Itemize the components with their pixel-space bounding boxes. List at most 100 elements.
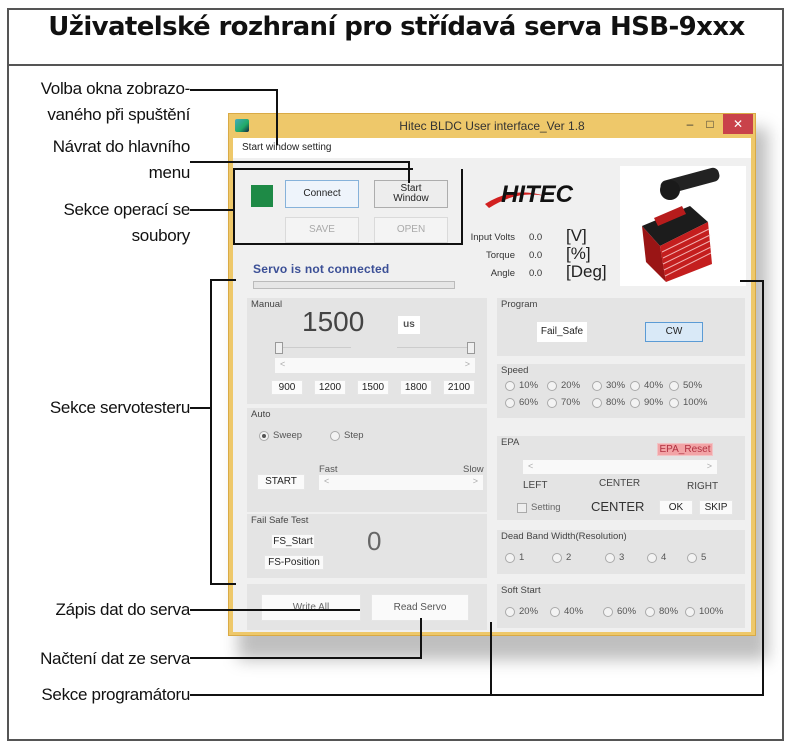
radio-dot[interactable] <box>592 380 602 391</box>
radio-option[interactable]: 60% <box>505 397 538 408</box>
radio-option[interactable]: 40% <box>630 380 663 391</box>
radio-option[interactable]: 5 <box>687 552 706 563</box>
radio-dot[interactable] <box>505 397 515 408</box>
direction-cw-button[interactable]: CW <box>645 322 703 342</box>
radio-dot[interactable] <box>547 397 557 408</box>
epa-center-label: CENTER <box>599 478 641 489</box>
radio-dot[interactable] <box>669 397 679 408</box>
radio-option[interactable]: 20% <box>547 380 580 391</box>
epa-ok-button[interactable]: OK <box>659 500 693 515</box>
radio-sweep[interactable]: Sweep <box>259 430 302 441</box>
radio-option[interactable]: 30% <box>592 380 625 391</box>
radio-dot[interactable] <box>687 552 697 563</box>
auto-scroll-right-icon[interactable]: > <box>473 476 478 486</box>
preset-button[interactable]: 900 <box>271 380 303 395</box>
radio-dot[interactable] <box>630 380 640 391</box>
radio-dot[interactable] <box>647 552 657 563</box>
read-servo-button[interactable]: Read Servo <box>371 594 469 621</box>
epa-label: EPA <box>501 437 520 448</box>
readout-value: 0.0 <box>529 250 543 261</box>
failsafe-label: Fail Safe Test <box>251 515 309 526</box>
auto-scroll-left-icon[interactable]: < <box>324 476 329 486</box>
close-button[interactable]: ✕ <box>723 114 753 134</box>
radio-label: 1 <box>519 552 525 563</box>
minimize-button[interactable]: – <box>681 114 699 134</box>
radio-dot[interactable] <box>645 606 655 617</box>
start-window-button[interactable]: Start Window <box>374 180 448 208</box>
radio-option[interactable]: 80% <box>645 606 678 617</box>
radio-dot[interactable] <box>605 552 615 563</box>
radio-dot[interactable] <box>547 380 557 391</box>
menu-start-window-setting[interactable]: Start window setting <box>242 142 332 153</box>
radio-option[interactable]: 60% <box>603 606 636 617</box>
radio-option[interactable]: 4 <box>647 552 666 563</box>
radio-dot[interactable] <box>505 606 515 617</box>
radio-dot[interactable] <box>592 397 602 408</box>
annotation-file-ops-line-1: Sekce operací se <box>63 200 190 219</box>
radio-option[interactable]: 90% <box>630 397 663 408</box>
radio-step[interactable]: Step <box>330 430 364 441</box>
auto-speed-scrollbar[interactable]: < > <box>319 475 483 490</box>
connect-button[interactable]: Connect <box>285 180 359 208</box>
radio-option[interactable]: 2 <box>552 552 571 563</box>
radio-dot[interactable] <box>505 380 515 391</box>
manual-scrollbar[interactable]: < > <box>275 358 475 373</box>
fail-safe-button[interactable]: Fail_Safe <box>537 322 587 342</box>
servo-image <box>620 166 746 286</box>
save-button[interactable]: SAVE <box>285 217 359 243</box>
open-button[interactable]: OPEN <box>374 217 448 243</box>
radio-dot[interactable] <box>603 606 613 617</box>
annotation-start-window-line-1: Volba okna zobrazo- <box>40 79 191 98</box>
radio-dot[interactable] <box>630 397 640 408</box>
preset-button[interactable]: 2100 <box>443 380 475 395</box>
leader-programmer-v-right <box>762 280 764 696</box>
radio-dot[interactable] <box>685 606 695 617</box>
fs-start-button[interactable]: FS_Start <box>271 534 315 549</box>
radio-option[interactable]: 100% <box>669 397 707 408</box>
preset-button[interactable]: 1200 <box>314 380 346 395</box>
max-slider-thumb[interactable] <box>467 342 475 354</box>
radio-sweep-dot[interactable] <box>259 430 269 441</box>
radio-option[interactable]: 10% <box>505 380 538 391</box>
max-slider[interactable] <box>397 342 479 354</box>
hitec-logo-graphic: HITEC <box>485 181 574 208</box>
radio-option[interactable]: 70% <box>547 397 580 408</box>
radio-option[interactable]: 80% <box>592 397 625 408</box>
scroll-right-icon[interactable]: > <box>465 359 470 369</box>
epa-scroll-left-icon[interactable]: < <box>528 461 533 471</box>
program-group: Program Fail_Safe CW <box>497 298 745 356</box>
radio-dot[interactable] <box>550 606 560 617</box>
radio-option[interactable]: 1 <box>505 552 524 563</box>
radio-option[interactable]: 100% <box>685 606 723 617</box>
epa-skip-button[interactable]: SKIP <box>699 500 733 515</box>
radio-label: 40% <box>644 380 664 391</box>
epa-scrollbar[interactable]: < > <box>523 460 717 474</box>
manual-value: 1500 <box>302 306 365 337</box>
radio-option[interactable]: 50% <box>669 380 702 391</box>
write-all-button[interactable]: Write All <box>261 594 361 621</box>
setting-checkbox-box[interactable] <box>517 502 527 513</box>
radio-step-dot[interactable] <box>330 430 340 441</box>
min-slider-thumb[interactable] <box>275 342 283 354</box>
leader-start-window-h <box>190 89 278 91</box>
radio-dot[interactable] <box>552 552 562 563</box>
program-label: Program <box>501 299 538 310</box>
radio-dot[interactable] <box>669 380 679 391</box>
preset-button[interactable]: 1500 <box>357 380 389 395</box>
speed-label: Speed <box>501 365 529 376</box>
radio-option[interactable]: 20% <box>505 606 538 617</box>
start-button[interactable]: START <box>257 474 305 490</box>
radio-option[interactable]: 40% <box>550 606 583 617</box>
radio-option[interactable]: 3 <box>605 552 624 563</box>
epa-reset-button[interactable]: EPA_Reset <box>657 443 713 456</box>
radio-label: 50% <box>683 380 703 391</box>
scroll-left-icon[interactable]: < <box>280 359 285 369</box>
setting-checkbox[interactable]: Setting <box>517 502 561 513</box>
preset-button[interactable]: 1800 <box>400 380 432 395</box>
radio-dot[interactable] <box>505 552 515 563</box>
maximize-button[interactable]: □ <box>701 114 719 134</box>
fs-position-button[interactable]: FS-Position <box>264 555 324 570</box>
epa-scroll-right-icon[interactable]: > <box>707 461 712 471</box>
window-client: Start window setting Connect Start Windo… <box>233 138 751 632</box>
min-slider[interactable] <box>275 342 351 354</box>
